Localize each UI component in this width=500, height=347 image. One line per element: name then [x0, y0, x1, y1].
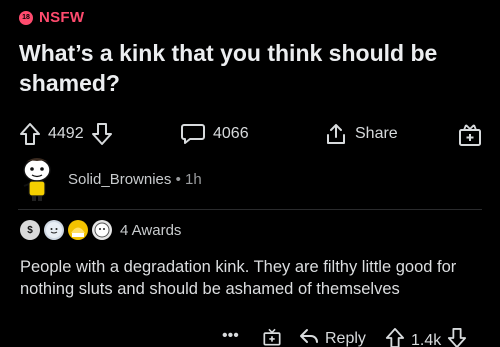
- comment-header: Solid_Brownies • 1h: [18, 156, 202, 202]
- comments-button[interactable]: 4066: [180, 122, 249, 146]
- comment-age: 1h: [185, 170, 202, 188]
- helpful-award-icon: [68, 220, 88, 240]
- comment-footer: ••• Reply 1.4k: [0, 325, 500, 347]
- share-label: Share: [355, 125, 398, 142]
- post-action-bar: 4492 4066 Share: [19, 122, 483, 150]
- comment-upvote-count: 1.4k: [411, 331, 442, 347]
- post-upvote-count: 4492: [48, 125, 84, 142]
- wholesome-award-icon: [44, 220, 64, 240]
- upvote-icon[interactable]: [19, 122, 41, 146]
- award-button[interactable]: [457, 122, 483, 148]
- award-icon: [262, 327, 282, 347]
- divider: [18, 209, 482, 210]
- downvote-icon[interactable]: [91, 122, 113, 146]
- post-title[interactable]: What’s a kink that you think should be s…: [19, 38, 479, 98]
- comment-meta: Solid_Brownies • 1h: [68, 171, 202, 188]
- emoji-award-icon: [92, 220, 112, 240]
- share-icon: [324, 122, 348, 146]
- give-award-button[interactable]: [262, 327, 282, 347]
- awards-row[interactable]: $ 4 Awards: [20, 220, 181, 240]
- comment-count: 4066: [213, 125, 249, 142]
- username[interactable]: Solid_Brownies: [68, 171, 171, 188]
- silver-award-icon: $: [20, 220, 40, 240]
- reply-icon: [299, 327, 319, 347]
- nsfw-tag: 18 NSFW: [19, 9, 84, 26]
- reply-button[interactable]: Reply: [299, 327, 366, 347]
- comment-body: People with a degradation kink. They are…: [20, 258, 457, 298]
- more-options-button[interactable]: •••: [222, 327, 239, 345]
- comment-vote-group: 1.4k: [385, 327, 467, 347]
- reply-label: Reply: [325, 329, 366, 347]
- award-icon: [457, 122, 483, 148]
- comment-icon: [180, 122, 206, 146]
- nsfw-badge-icon: 18: [19, 10, 33, 25]
- meta-separator: •: [175, 170, 181, 188]
- avatar[interactable]: [18, 156, 56, 202]
- awards-count: 4 Awards: [120, 221, 182, 239]
- nsfw-label: NSFW: [39, 9, 85, 26]
- share-button[interactable]: Share: [324, 122, 398, 146]
- downvote-icon[interactable]: [447, 327, 467, 347]
- post-vote-group: 4492: [19, 122, 113, 146]
- upvote-icon[interactable]: [385, 327, 405, 347]
